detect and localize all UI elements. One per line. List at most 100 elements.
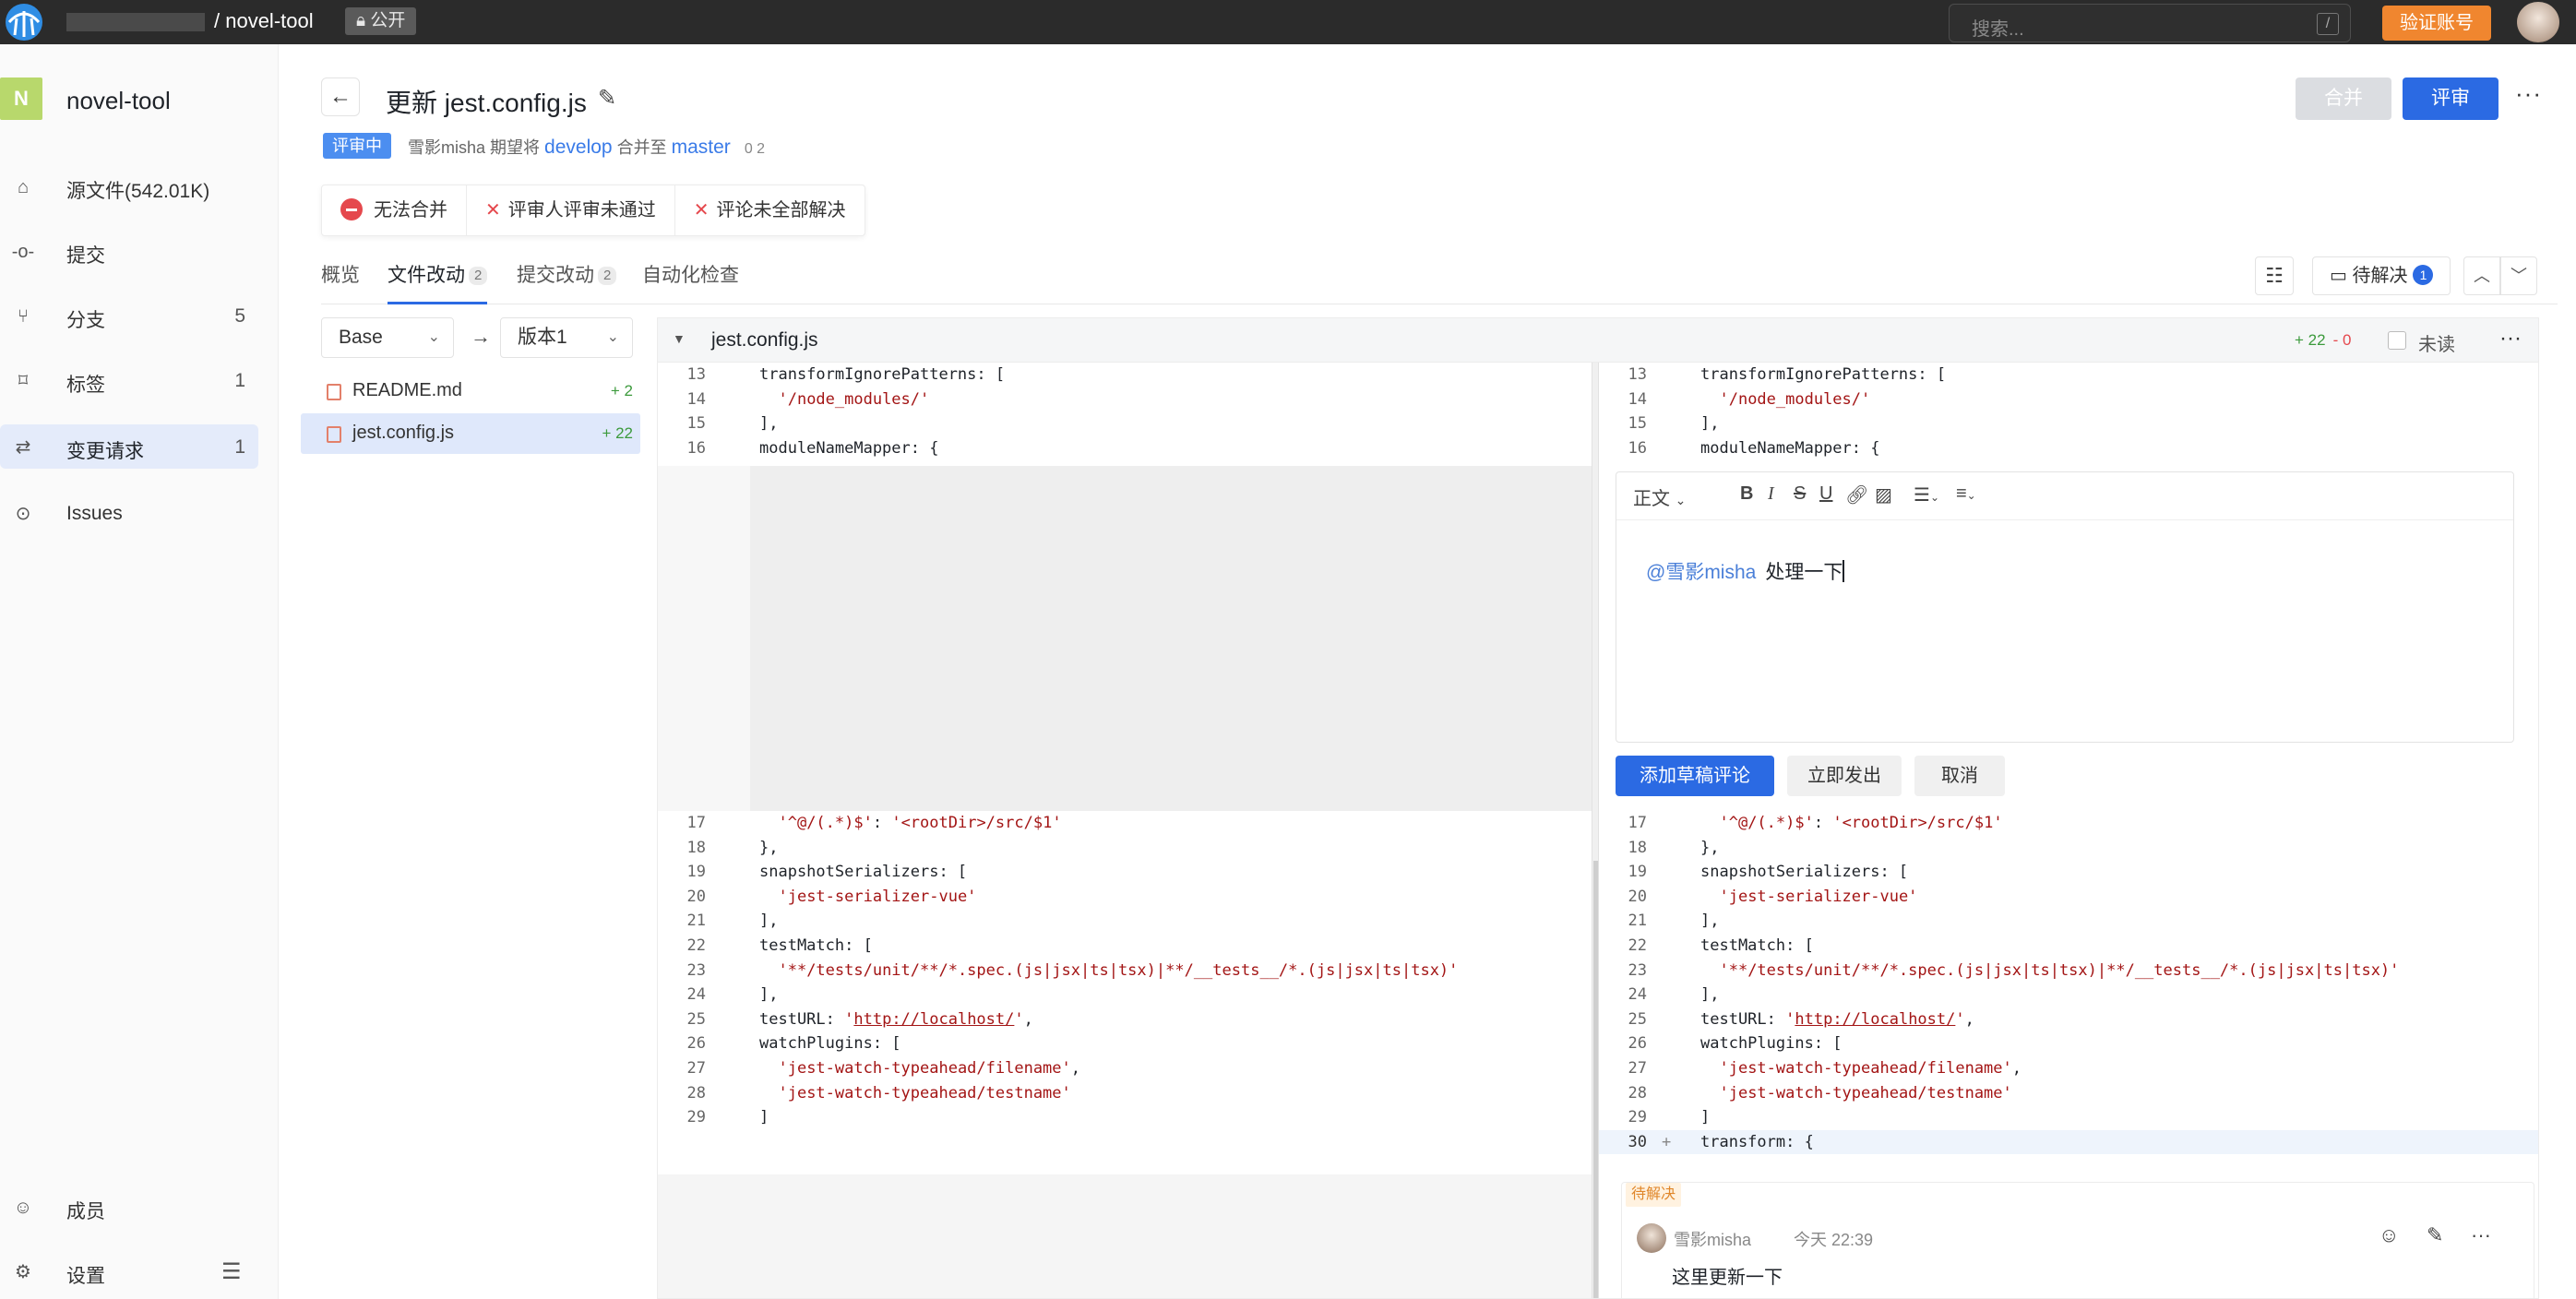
bullet-list-icon[interactable]: ☰⌄ xyxy=(1914,483,1939,506)
code-line: 27 'jest-watch-typeahead/filename', xyxy=(1599,1056,2538,1081)
merge-button[interactable]: 合并 xyxy=(2296,77,2391,120)
underline-icon[interactable]: U xyxy=(1819,483,1832,505)
collapse-file-icon[interactable]: ▼ xyxy=(673,331,686,346)
unread-checkbox[interactable] xyxy=(2388,331,2406,350)
edit-comment-icon[interactable]: ✎ xyxy=(2427,1223,2443,1247)
line-number[interactable]: 14 xyxy=(1599,387,1651,412)
sidebar-item-count: 1 xyxy=(234,436,245,458)
check-label: 评审人评审未通过 xyxy=(507,200,656,220)
editor-content[interactable]: @雪影misha 处理一下 xyxy=(1646,557,1845,585)
line-number[interactable]: 22 xyxy=(658,934,710,959)
line-number[interactable]: 26 xyxy=(1599,1031,1651,1056)
paragraph-style-select[interactable]: 正文 ⌄ xyxy=(1633,483,1686,510)
user-avatar[interactable] xyxy=(2517,2,2559,42)
sidebar-item-issues[interactable]: ⊙ Issues xyxy=(0,491,258,535)
line-number[interactable]: 20 xyxy=(658,885,710,910)
line-number[interactable]: 24 xyxy=(658,983,710,1007)
comment-author[interactable]: 雪影misha xyxy=(1674,1227,1751,1251)
send-now-button[interactable]: 立即发出 xyxy=(1787,756,1902,796)
line-number[interactable]: 15 xyxy=(1599,411,1651,436)
more-options-icon[interactable]: ··· xyxy=(2515,79,2542,108)
line-number[interactable]: 15 xyxy=(658,411,710,436)
line-number[interactable]: 25 xyxy=(1599,1007,1651,1032)
line-number[interactable]: 28 xyxy=(1599,1081,1651,1106)
verify-account-button[interactable]: 验证账号 xyxy=(2382,6,2491,41)
review-button[interactable]: 评审 xyxy=(2403,77,2498,120)
sidebar-item-merge-requests[interactable]: ⇄ 变更请求 1 xyxy=(0,424,258,469)
tab-commit-changes[interactable]: 提交改动 2 xyxy=(517,258,617,304)
strikethrough-icon[interactable]: S xyxy=(1794,483,1806,505)
line-number[interactable]: 30 xyxy=(1599,1130,1651,1155)
previous-change-button[interactable]: ︿ xyxy=(2463,256,2500,295)
line-number[interactable]: 24 xyxy=(1599,983,1651,1007)
link-icon[interactable]: 🔗︎ xyxy=(1845,483,1868,506)
comment-editor[interactable]: 正文 ⌄ B I S U 🔗︎ ▨ ☰⌄ ≡⌄ @雪影misha 处理一下 xyxy=(1616,471,2514,743)
add-draft-comment-button[interactable]: 添加草稿评论 xyxy=(1616,756,1774,796)
filter-settings-icon[interactable]: ☷ xyxy=(2255,256,2294,295)
sidebar-item-branches[interactable]: ⑂ 分支 5 xyxy=(0,293,258,338)
line-number[interactable]: 18 xyxy=(658,836,710,861)
line-number[interactable]: 17 xyxy=(658,811,710,836)
line-number[interactable]: 17 xyxy=(1599,811,1651,836)
code-text: transform: { xyxy=(1700,1132,1814,1151)
line-number[interactable]: 23 xyxy=(1599,959,1651,983)
emoji-reaction-icon[interactable]: ☺ xyxy=(2379,1223,2399,1247)
diff-file-header: ▼ jest.config.js + 22 - 0 未读 ··· xyxy=(658,318,2538,363)
line-number[interactable]: 27 xyxy=(1599,1056,1651,1081)
pending-comments-button[interactable]: ▭ 待解决 1 xyxy=(2312,256,2451,295)
file-item-jest-config[interactable]: jest.config.js + 22 xyxy=(301,413,640,454)
sidebar-item-tags[interactable]: ⌑ 标签 1 xyxy=(0,358,258,402)
target-branch-link[interactable]: master xyxy=(672,137,731,158)
code-text: snapshotSerializers: [ xyxy=(759,863,968,882)
sidebar-item-source[interactable]: ⌂ 源文件(542.01K) xyxy=(0,164,258,209)
bold-icon[interactable]: B xyxy=(1740,483,1753,505)
app-logo-icon[interactable] xyxy=(4,2,44,42)
back-button[interactable]: ← xyxy=(321,77,360,116)
code-text: 'jest-watch-typeahead/filename', xyxy=(1719,1058,2022,1078)
tab-auto-checks[interactable]: 自动化检查 xyxy=(642,258,739,304)
org-name-blurred[interactable] xyxy=(66,13,205,31)
base-version-select[interactable]: Base ⌄ xyxy=(321,317,454,358)
pane-splitter[interactable] xyxy=(1592,363,1599,1298)
collapse-sidebar-icon[interactable]: ☰ xyxy=(221,1258,242,1285)
line-number[interactable]: 19 xyxy=(1599,860,1651,885)
project-header[interactable]: N novel-tool xyxy=(0,77,277,120)
line-number[interactable]: 26 xyxy=(658,1031,710,1056)
line-number[interactable]: 16 xyxy=(658,436,710,461)
code-line: 24], xyxy=(1599,983,2538,1007)
line-number[interactable]: 21 xyxy=(658,909,710,934)
line-number[interactable]: 29 xyxy=(1599,1105,1651,1130)
line-number[interactable]: 27 xyxy=(658,1056,710,1081)
next-change-button[interactable]: ﹀ xyxy=(2500,256,2537,295)
numbered-list-icon[interactable]: ≡⌄ xyxy=(1956,483,1976,505)
line-number[interactable]: 25 xyxy=(658,1007,710,1032)
line-number[interactable]: 19 xyxy=(658,860,710,885)
line-number[interactable]: 14 xyxy=(658,387,710,412)
breadcrumb-project[interactable]: / novel-tool xyxy=(214,9,314,33)
image-icon[interactable]: ▨ xyxy=(1875,483,1892,506)
line-number[interactable]: 28 xyxy=(658,1081,710,1106)
target-version-select[interactable]: 版本1 ⌄ xyxy=(500,317,633,358)
line-number[interactable]: 13 xyxy=(658,363,710,387)
line-number[interactable]: 18 xyxy=(1599,836,1651,861)
line-number[interactable]: 20 xyxy=(1599,885,1651,910)
sidebar-item-settings[interactable]: ⚙ 设置 xyxy=(0,1249,258,1293)
comment-more-icon[interactable]: ··· xyxy=(2471,1223,2491,1247)
file-item-readme[interactable]: README.md + 2 xyxy=(301,371,640,411)
search-input[interactable]: 搜索... / xyxy=(1949,4,2351,42)
line-number[interactable]: 13 xyxy=(1599,363,1651,387)
edit-title-icon[interactable]: ✎ xyxy=(598,85,616,112)
tab-overview[interactable]: 概览 xyxy=(321,258,360,304)
tab-file-changes[interactable]: 文件改动 2 xyxy=(388,258,488,304)
sidebar-item-members[interactable]: ☺ 成员 xyxy=(0,1185,258,1229)
line-number[interactable]: 16 xyxy=(1599,436,1651,461)
source-branch-link[interactable]: develop xyxy=(544,137,613,158)
line-number[interactable]: 21 xyxy=(1599,909,1651,934)
italic-icon[interactable]: I xyxy=(1768,483,1774,505)
line-number[interactable]: 29 xyxy=(658,1105,710,1130)
line-number[interactable]: 22 xyxy=(1599,934,1651,959)
sidebar-item-commits[interactable]: -o- 提交 xyxy=(0,229,258,273)
file-more-icon[interactable]: ··· xyxy=(2499,326,2522,352)
line-number[interactable]: 23 xyxy=(658,959,710,983)
cancel-button[interactable]: 取消 xyxy=(1914,756,2005,796)
